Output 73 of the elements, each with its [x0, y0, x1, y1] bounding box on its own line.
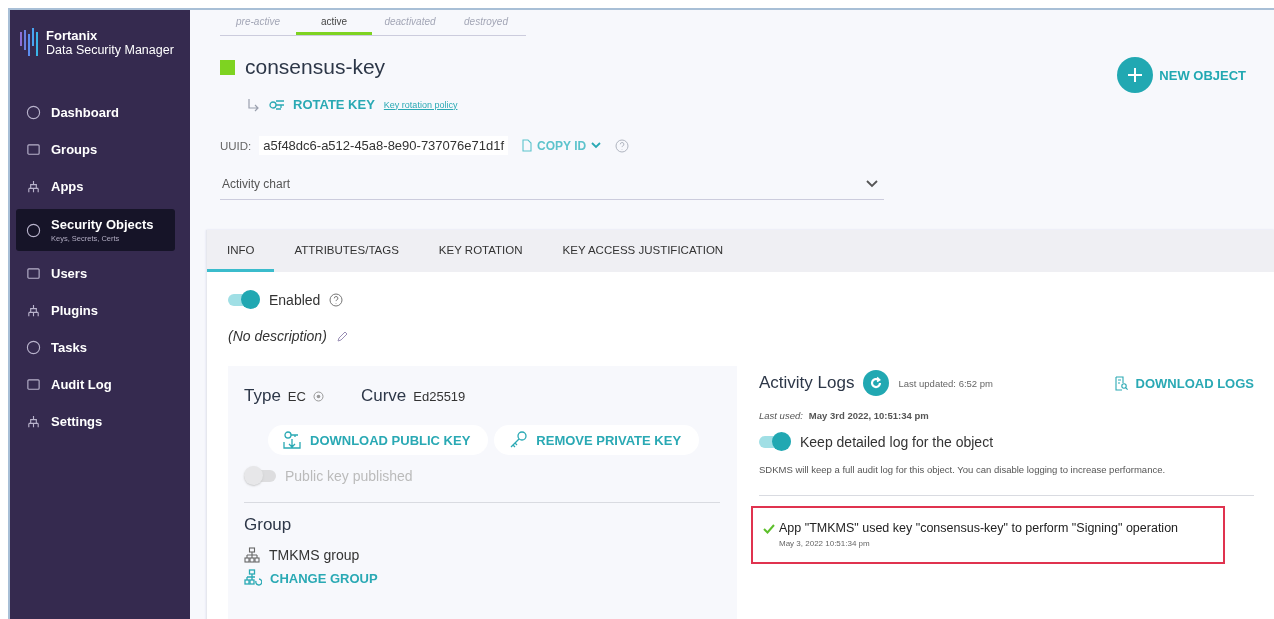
sidebar-item[interactable]: Audit Log	[16, 368, 175, 401]
key-icon	[508, 430, 529, 450]
refresh-button[interactable]	[863, 370, 890, 396]
nav-label: Security Objects	[51, 217, 154, 232]
menu-icon	[26, 377, 41, 392]
document-icon	[522, 139, 533, 152]
curve-value: Ed25519	[413, 388, 466, 404]
menu-icon	[26, 105, 41, 120]
menu-icon	[26, 142, 41, 157]
nav-label: Users	[51, 266, 88, 281]
type-value: EC	[287, 388, 306, 404]
refresh-icon	[869, 376, 884, 390]
chevron-icon	[866, 180, 878, 188]
menu-icon	[26, 266, 41, 281]
last-updated-text: Last updated: 6:52 pm	[898, 377, 993, 389]
sidebar-item[interactable]: Users	[16, 257, 175, 290]
nav-label: Plugins	[51, 303, 98, 318]
nav-label: Tasks	[51, 340, 87, 355]
activity-logs-heading: Activity Logs	[759, 373, 855, 393]
sidebar-item[interactable]: Tasks	[16, 331, 175, 364]
enabled-label: Enabled	[269, 292, 321, 308]
tab[interactable]: KEY ACCESS JUSTIFICATION	[542, 230, 744, 272]
object-name: consensus-key	[245, 55, 386, 79]
menu-icon	[26, 222, 41, 238]
curve-label: Curve	[360, 386, 407, 406]
nav-label: Audit Log	[51, 377, 112, 392]
pencil-icon[interactable]	[336, 330, 348, 342]
last-used-value: May 3rd 2022, 10:51:34 pm	[808, 410, 929, 421]
help-icon[interactable]	[615, 138, 630, 153]
key-rotate-icon	[269, 97, 285, 112]
menu-icon	[26, 303, 41, 318]
caret-icon	[591, 142, 602, 149]
lifecycle-tab[interactable]: active	[296, 10, 372, 35]
log-message: App "TMKMS" used key "consensus-key" to perform "Signing" operation	[779, 520, 1179, 536]
return-arrow-icon	[246, 97, 260, 112]
hierarchy-icon	[244, 547, 260, 563]
plus-icon	[1117, 57, 1154, 93]
tab[interactable]: INFO	[207, 230, 275, 272]
nav-label: Groups	[51, 142, 98, 157]
last-used-label: Last used:	[759, 410, 803, 421]
tab[interactable]: KEY ROTATION	[418, 230, 543, 272]
menu-icon	[26, 414, 41, 429]
hierarchy-refresh-icon	[244, 569, 262, 587]
sidebar-item[interactable]: Dashboard	[16, 96, 175, 129]
activity-chart-dropdown[interactable]: Activity chart	[220, 169, 884, 200]
key-download-icon	[282, 430, 302, 450]
menu-icon	[26, 340, 41, 355]
nav-label: Settings	[51, 414, 103, 429]
brand-name: Fortanix	[46, 28, 99, 43]
nav-label: Dashboard	[51, 105, 119, 120]
sidebar-item[interactable]: Plugins	[16, 294, 175, 327]
brand-subtitle: Data Security Manager	[46, 43, 174, 57]
group-name: TMKMS group	[269, 547, 360, 563]
detailed-log-label: Keep detailed log for the object	[800, 434, 994, 450]
group-heading: Group	[244, 515, 293, 535]
log-time: May 3, 2022 10:51:34 pm	[779, 538, 870, 550]
sidebar-item[interactable]: Groups	[16, 133, 175, 166]
status-square-icon	[220, 59, 235, 75]
tab[interactable]: ATTRIBUTES/TAGS	[274, 230, 419, 272]
radio-icon	[312, 390, 324, 402]
sidebar-item[interactable]: Settings	[16, 405, 175, 438]
document-search-icon	[1113, 375, 1128, 391]
uuid-label: UUID:	[220, 139, 252, 152]
description-text: (No description)	[228, 328, 327, 344]
public-key-label: Public key published	[285, 468, 413, 484]
menu-icon	[26, 179, 41, 194]
nav-label: Apps	[51, 179, 84, 194]
sidebar-item[interactable]: Apps	[16, 170, 175, 203]
uuid-value: a5f48dc6-a512-45a8-8e90-737076e71d1f	[259, 136, 509, 155]
logo-icon	[19, 28, 41, 58]
type-label: Type	[244, 386, 281, 406]
logging-note: SDKMS will keep a full audit log for this object. You can disable logging to increase performance.	[759, 464, 1167, 475]
help-icon[interactable]	[329, 293, 344, 307]
